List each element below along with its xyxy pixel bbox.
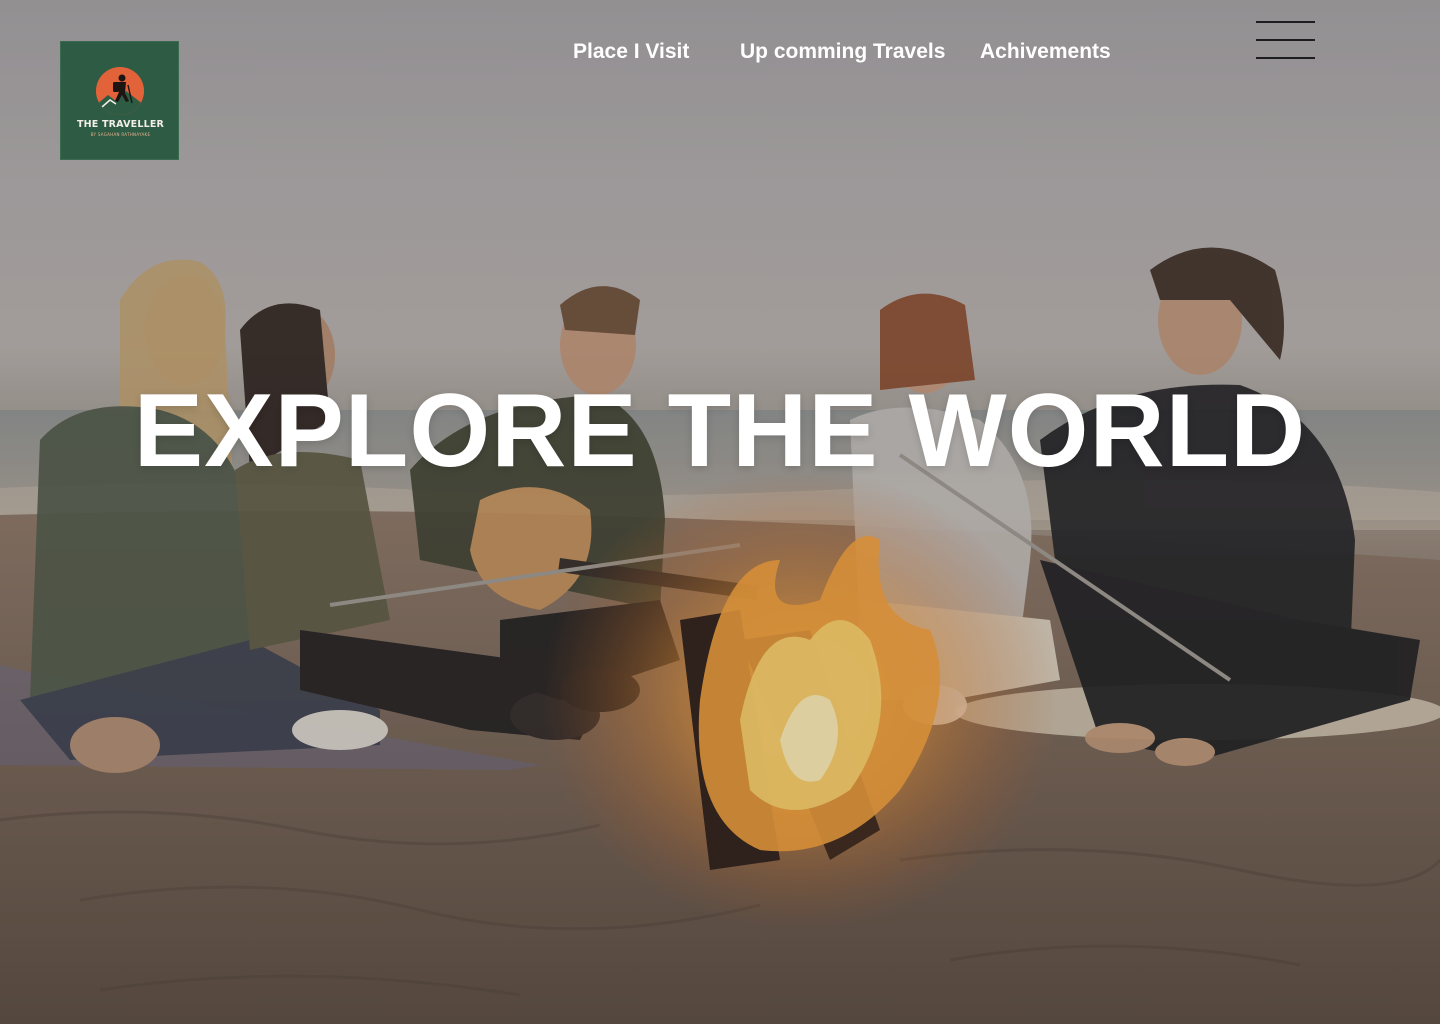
- nav-link-upcoming-travels[interactable]: Up comming Travels: [740, 38, 945, 66]
- nav-link-achievements[interactable]: Achivements: [980, 38, 1111, 66]
- menu-line: [1256, 21, 1315, 23]
- nav-link-place-i-visit[interactable]: Place I Visit: [573, 38, 689, 66]
- logo-subtitle: BY SAGAHAN RATHNAYAKE: [90, 132, 151, 137]
- hiker-icon: [96, 67, 144, 115]
- hamburger-menu-icon[interactable]: [1256, 20, 1316, 62]
- hero-section: [0, 0, 1440, 1024]
- brand-logo[interactable]: THE TRAVELLER BY SAGAHAN RATHNAYAKE: [60, 41, 179, 160]
- menu-line: [1256, 39, 1315, 41]
- menu-line: [1256, 57, 1315, 59]
- hero-headline: EXPLORE THE WORLD: [133, 373, 1307, 489]
- hero-tint-overlay: [0, 0, 1440, 1024]
- logo-title: THE TRAVELLER: [76, 119, 165, 130]
